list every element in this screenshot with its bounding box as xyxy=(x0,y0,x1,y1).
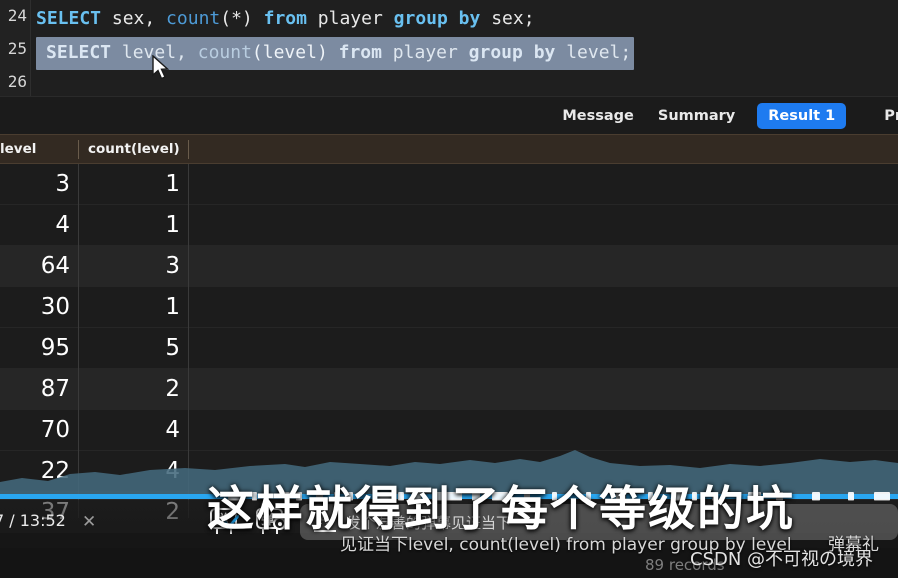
table-row[interactable]: 87 2 xyxy=(0,369,898,410)
screen-root: 24 25 26 SELECT sex, count(*) from playe… xyxy=(0,0,898,578)
column-header-level[interactable]: level xyxy=(0,135,78,164)
header-separator xyxy=(78,140,79,159)
editor-line-number-gutter: 24 25 26 xyxy=(0,0,31,96)
sql-keyword: by xyxy=(522,42,556,63)
cell-count: 5 xyxy=(165,335,180,361)
cell-level: 3 xyxy=(55,171,70,197)
sql-function: count xyxy=(155,8,221,29)
cell-level: 4 xyxy=(55,212,70,238)
column-divider xyxy=(78,164,79,518)
tab-summary[interactable]: Summary xyxy=(656,104,737,128)
sql-statement-line-25-selected[interactable]: SELECT level, count(level) from player g… xyxy=(42,37,635,70)
sql-table: player xyxy=(306,8,383,29)
cell-count: 1 xyxy=(165,294,180,320)
close-icon[interactable]: ✕ xyxy=(82,512,96,532)
column-divider xyxy=(188,164,189,518)
line-number: 24 xyxy=(7,6,27,25)
cell-count: 2 xyxy=(165,376,180,402)
video-subtitle: 这样就得到了每个等级的坑 xyxy=(207,482,795,537)
sql-args: (*) xyxy=(220,8,253,29)
mouse-pointer-icon xyxy=(152,55,170,80)
sql-keyword: from xyxy=(252,8,307,29)
sql-table: player xyxy=(381,42,458,63)
cell-count: 3 xyxy=(165,253,180,279)
sql-keyword: group xyxy=(382,8,448,29)
table-row[interactable]: 4 1 xyxy=(0,205,898,246)
table-row[interactable]: 3 1 xyxy=(0,164,898,205)
sql-keyword: SELECT xyxy=(36,8,102,29)
cell-level: 95 xyxy=(40,335,70,361)
table-row[interactable]: 64 3 xyxy=(0,246,898,287)
time-display: 7 / 13:52 xyxy=(0,511,66,530)
sql-identifier: level; xyxy=(555,42,632,63)
cell-count: 4 xyxy=(165,458,180,484)
sql-keyword: by xyxy=(447,8,481,29)
sql-function: count xyxy=(186,42,252,63)
sql-statement-line-24[interactable]: SELECT sex, count(*) from player group b… xyxy=(36,4,535,34)
table-row[interactable]: 30 1 xyxy=(0,287,898,328)
cell-level: 70 xyxy=(40,417,70,443)
cell-count: 4 xyxy=(165,417,180,443)
sql-identifier: sex, xyxy=(101,8,156,29)
column-header-count-level[interactable]: count(level) xyxy=(80,135,188,164)
results-toolbar: Message Summary Result 1 Pro xyxy=(0,96,898,134)
sql-args: (level) xyxy=(251,42,328,63)
line-number: 25 xyxy=(7,39,27,58)
cell-level: 64 xyxy=(40,253,70,279)
sql-keyword: group xyxy=(457,42,523,63)
table-row[interactable]: 70 4 xyxy=(0,410,898,451)
cell-level: 30 xyxy=(40,294,70,320)
tab-result-1[interactable]: Result 1 xyxy=(757,103,847,129)
sql-keyword: SELECT xyxy=(46,42,112,63)
sql-keyword: from xyxy=(327,42,382,63)
tab-message[interactable]: Message xyxy=(560,104,636,128)
cell-count: 1 xyxy=(165,212,180,238)
results-tab-list: Message Summary Result 1 Pro xyxy=(560,97,898,135)
sql-identifier: sex; xyxy=(480,8,535,29)
result-grid[interactable]: level count(level) 3 1 4 1 64 3 30 1 95 … xyxy=(0,134,898,533)
tab-profile[interactable]: Pro xyxy=(882,104,898,128)
sql-editor[interactable]: 24 25 26 SELECT sex, count(*) from playe… xyxy=(0,0,898,96)
result-grid-header-row: level count(level) xyxy=(0,134,898,164)
cell-level: 87 xyxy=(40,376,70,402)
cell-count: 1 xyxy=(165,171,180,197)
sql-identifier: level, xyxy=(111,42,187,63)
table-row[interactable]: 95 5 xyxy=(0,328,898,369)
result-grid-body: 3 1 4 1 64 3 30 1 95 5 87 2 70 4 22 4 xyxy=(0,164,898,533)
line-number: 26 xyxy=(7,72,27,91)
header-separator xyxy=(188,140,189,159)
watermark: CSDN @不可视の境界 xyxy=(690,549,874,570)
cell-level: 22 xyxy=(40,458,70,484)
